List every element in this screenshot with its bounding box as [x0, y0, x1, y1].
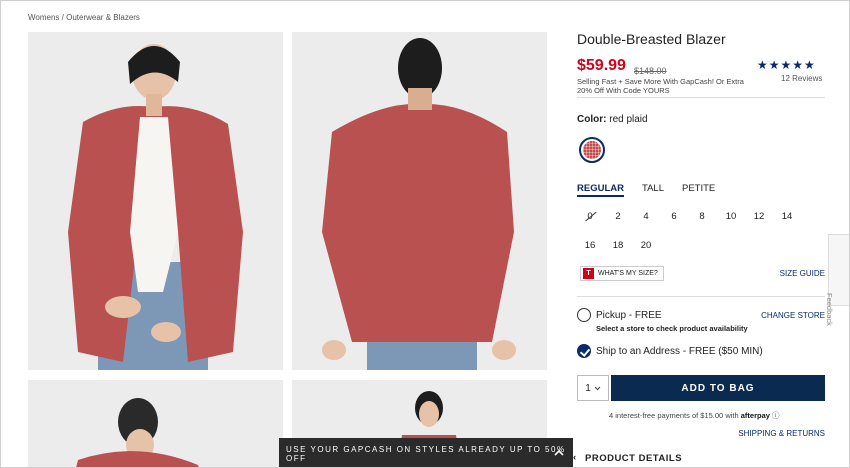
reviews-link[interactable]: 12 Reviews [781, 74, 822, 83]
fit-tab-tall[interactable]: TALL [642, 183, 664, 197]
pickup-subtext: Select a store to check product availabi… [596, 324, 748, 333]
size-option[interactable]: 6 [661, 211, 687, 222]
size-option[interactable]: 2 [605, 211, 631, 222]
product-image-beanie[interactable] [28, 380, 283, 467]
change-store-link[interactable]: CHANGE STORE [761, 311, 825, 320]
breadcrumb: Womens / Outerwear & Blazers [28, 13, 140, 22]
size-option[interactable]: 14 [774, 211, 800, 222]
fit-tab-regular[interactable]: REGULAR [577, 183, 624, 197]
pickup-label[interactable]: Pickup - FREE [596, 310, 662, 321]
size-option[interactable]: 0 [577, 211, 603, 222]
size-option[interactable]: 4 [633, 211, 659, 222]
quantity-value: 1 [585, 382, 591, 394]
whats-my-size-label: WHAT'S MY SIZE? [598, 270, 658, 277]
chevron-left-icon: ‹ [573, 452, 577, 463]
pickup-radio[interactable] [577, 308, 591, 322]
info-icon[interactable]: ⓘ [772, 411, 780, 420]
afterpay-text: 4 interest-free payments of $15.00 with [609, 411, 739, 420]
product-details-toggle[interactable]: ‹ PRODUCT DETAILS [573, 452, 683, 464]
color-value: red plaid [609, 114, 648, 125]
ship-label[interactable]: Ship to an Address - FREE ($50 MIN) [596, 346, 763, 357]
size-option[interactable]: 16 [577, 240, 603, 251]
color-label-title: Color: [577, 114, 607, 125]
feedback-tab[interactable]: Feedback [825, 234, 849, 326]
product-image-back[interactable] [292, 32, 547, 370]
chevron-down-icon [594, 386, 601, 390]
product-image-front[interactable] [28, 32, 283, 370]
size-option[interactable]: 10 [718, 211, 744, 222]
shipping-returns-link[interactable]: SHIPPING & RETURNS [738, 429, 825, 438]
afterpay-note: 4 interest-free payments of $15.00 with … [609, 410, 780, 421]
quantity-select[interactable]: 1 [577, 375, 609, 401]
divider [577, 97, 825, 98]
breadcrumb-womens[interactable]: Womens [28, 13, 59, 22]
sale-price: $59.99 [577, 57, 626, 74]
chevron-up-icon[interactable] [553, 447, 565, 459]
size-option[interactable]: 20 [633, 240, 659, 251]
breadcrumb-separator: / [61, 13, 64, 22]
breadcrumb-outerwear[interactable]: Outerwear & Blazers [66, 13, 140, 22]
gapcash-promo-banner[interactable]: USE YOUR GAPCASH ON STYLES ALREADY UP TO… [279, 438, 573, 467]
original-price: $148.00 [634, 66, 667, 76]
promo-banner-text: USE YOUR GAPCASH ON STYLES ALREADY UP TO… [286, 444, 566, 463]
rating-stars-icon[interactable]: ★★★★★ [757, 58, 816, 72]
fit-tabs: REGULAR TALL PETITE [577, 183, 715, 197]
product-info-panel: Double-Breasted Blazer $59.99 $148.00 Se… [573, 31, 825, 464]
afterpay-logo: afterpay [740, 411, 770, 420]
color-label: Color: red plaid [577, 114, 648, 125]
whats-my-size-button[interactable]: T WHAT'S MY SIZE? [580, 266, 664, 281]
size-option[interactable]: 18 [605, 240, 631, 251]
product-details-label: PRODUCT DETAILS [585, 453, 683, 464]
size-option[interactable]: 12 [746, 211, 772, 222]
add-to-bag-button[interactable]: ADD TO BAG [611, 375, 825, 401]
size-guide-link[interactable]: SIZE GUIDE [780, 269, 825, 278]
product-page: Womens / Outerwear & Blazers USE YOUR GA… [0, 0, 850, 468]
ship-radio[interactable] [577, 344, 591, 358]
feedback-label: Feedback [825, 293, 834, 326]
divider [577, 296, 825, 297]
true-fit-icon: T [583, 268, 594, 279]
promo-note: Selling Fast + Save More With GapCash! O… [577, 77, 744, 95]
product-title: Double-Breasted Blazer [577, 31, 726, 47]
fit-tab-petite[interactable]: PETITE [682, 183, 715, 197]
size-option[interactable]: 8 [689, 211, 715, 222]
color-swatch-red-plaid[interactable] [579, 137, 605, 163]
